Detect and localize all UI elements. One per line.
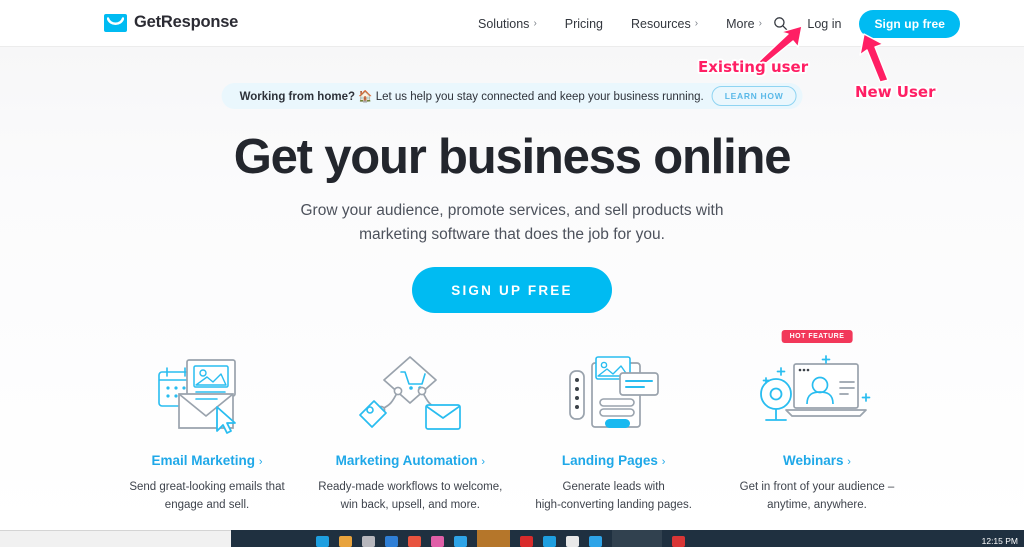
feature-desc-line2: win back, upsell, and more. bbox=[340, 499, 480, 512]
nav-item-resources[interactable]: Resources › bbox=[631, 17, 698, 31]
feature-desc-line1: Ready-made workflows to welcome, bbox=[318, 481, 503, 493]
taskbar-icon-3[interactable] bbox=[362, 536, 375, 547]
taskbar-icon-7[interactable] bbox=[454, 536, 467, 547]
feature-description: Generate leads with high-converting land… bbox=[519, 478, 709, 515]
chevron-right-icon: › bbox=[258, 456, 263, 468]
envelope-icon bbox=[104, 13, 127, 32]
feature-card-email-marketing[interactable]: Email Marketing › Send great-looking ema… bbox=[112, 347, 302, 515]
promo-banner-rest: Let us help you stay connected and keep … bbox=[375, 91, 704, 103]
chevron-right-icon: › bbox=[533, 18, 537, 29]
chevron-right-icon: › bbox=[694, 18, 699, 29]
login-link[interactable]: Log in bbox=[807, 17, 841, 31]
feature-title: Webinars bbox=[783, 453, 844, 468]
hero-subtitle-line2: marketing software that does the job for… bbox=[359, 226, 665, 244]
page-content: Working from home? 🏠 Let us help you sta… bbox=[0, 47, 1024, 530]
taskbar-icon-5[interactable] bbox=[408, 536, 421, 547]
feature-link-landing-pages[interactable]: Landing Pages › bbox=[519, 453, 709, 468]
taskbar-icons bbox=[231, 530, 685, 547]
feature-description: Send great-looking emails that engage an… bbox=[112, 478, 302, 515]
nav-item-pricing[interactable]: Pricing bbox=[565, 17, 603, 31]
main-navigation: Solutions › Pricing Resources › More › bbox=[478, 0, 762, 47]
feature-desc-line1: Get in front of your audience – bbox=[739, 481, 895, 493]
automation-workflow-icon bbox=[315, 347, 505, 443]
feature-card-webinars[interactable]: HOT FEATURE Webinars › Get in front of y… bbox=[722, 330, 912, 515]
taskbar-clock[interactable]: 12:15 PM bbox=[982, 536, 1018, 546]
nav-item-more[interactable]: More › bbox=[726, 17, 762, 31]
taskbar-icon-12[interactable] bbox=[672, 536, 685, 547]
hot-feature-badge: HOT FEATURE bbox=[781, 330, 853, 343]
taskbar-icon-10[interactable] bbox=[566, 536, 579, 547]
hero-signup-free-button[interactable]: SIGN UP FREE bbox=[412, 267, 612, 313]
brand-logo[interactable]: GetResponse bbox=[104, 13, 238, 32]
promo-banner-text: Working from home? 🏠 Let us help you sta… bbox=[240, 89, 704, 103]
taskbar-icon-active[interactable] bbox=[477, 530, 510, 547]
taskbar-left-spacer bbox=[0, 530, 231, 547]
search-icon[interactable] bbox=[771, 15, 789, 33]
feature-desc-line2: high-converting landing pages. bbox=[535, 499, 692, 512]
chevron-right-icon: › bbox=[481, 456, 486, 468]
nav-item-solutions[interactable]: Solutions › bbox=[478, 17, 537, 31]
nav-label: Resources bbox=[631, 16, 691, 31]
feature-desc-line2: anytime, anywhere. bbox=[767, 499, 867, 512]
feature-description: Ready-made workflows to welcome, win bac… bbox=[315, 478, 505, 515]
promo-banner: Working from home? 🏠 Let us help you sta… bbox=[221, 83, 803, 109]
site-header: GetResponse Solutions › Pricing Resource… bbox=[0, 0, 1024, 47]
taskbar-icon-9[interactable] bbox=[543, 536, 556, 547]
feature-desc-line1: Send great-looking emails that bbox=[129, 481, 285, 493]
feature-title: Marketing Automation bbox=[335, 453, 478, 468]
feature-link-email-marketing[interactable]: Email Marketing › bbox=[112, 453, 302, 468]
landing-page-builder-icon bbox=[519, 347, 709, 443]
webinar-laptop-camera-icon bbox=[722, 347, 912, 443]
taskbar-icon-1[interactable] bbox=[316, 536, 329, 547]
taskbar-icon-6[interactable] bbox=[431, 536, 444, 547]
chevron-right-icon: › bbox=[847, 456, 851, 468]
feature-title: Landing Pages bbox=[561, 453, 658, 468]
feature-cards: Email Marketing › Send great-looking ema… bbox=[112, 330, 912, 515]
feature-link-webinars[interactable]: Webinars › bbox=[722, 453, 912, 468]
feature-card-landing-pages[interactable]: Landing Pages › Generate leads with high… bbox=[519, 347, 709, 515]
feature-link-marketing-automation[interactable]: Marketing Automation › bbox=[315, 453, 505, 468]
browser-page: GetResponse Solutions › Pricing Resource… bbox=[0, 0, 1024, 547]
chevron-right-icon: › bbox=[661, 456, 666, 468]
house-emoji-icon: 🏠 bbox=[358, 91, 373, 103]
feature-description: Get in front of your audience – anytime,… bbox=[722, 478, 912, 515]
nav-label: More bbox=[726, 16, 755, 31]
brand-name: GetResponse bbox=[134, 13, 239, 31]
feature-desc-line1: Generate leads with bbox=[562, 481, 665, 493]
os-taskbar: 12:15 PM bbox=[0, 530, 1024, 547]
nav-label: Solutions bbox=[478, 16, 530, 31]
email-envelope-image-icon bbox=[112, 347, 302, 443]
taskbar-icon-4[interactable] bbox=[385, 536, 398, 547]
signup-free-button[interactable]: Sign up free bbox=[859, 9, 960, 38]
feature-card-marketing-automation[interactable]: Marketing Automation › Ready-made workfl… bbox=[315, 347, 505, 515]
header-actions: Log in Sign up free bbox=[771, 0, 960, 47]
taskbar-group-separator bbox=[612, 530, 662, 547]
chevron-right-icon: › bbox=[758, 18, 762, 29]
feature-desc-line2: engage and sell. bbox=[164, 499, 250, 512]
taskbar-icon-2[interactable] bbox=[339, 536, 352, 547]
taskbar-icon-8[interactable] bbox=[520, 536, 533, 547]
nav-label: Pricing bbox=[564, 16, 603, 31]
learn-how-button[interactable]: LEARN HOW bbox=[711, 86, 797, 106]
hero-title: Get your business online bbox=[233, 130, 792, 184]
feature-title: Email Marketing bbox=[151, 453, 256, 468]
hero-subtitle: Grow your audience, promote services, an… bbox=[0, 199, 1024, 247]
hero-subtitle-line1: Grow your audience, promote services, an… bbox=[300, 202, 724, 219]
taskbar-icon-11[interactable] bbox=[589, 536, 602, 547]
promo-banner-bold: Working from home? bbox=[239, 91, 355, 103]
